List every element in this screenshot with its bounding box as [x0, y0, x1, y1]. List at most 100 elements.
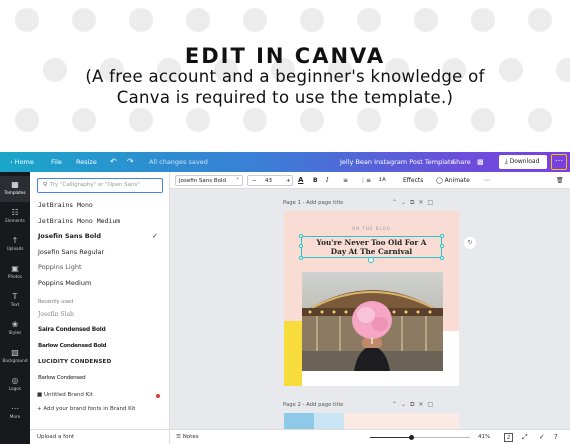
resize-handle[interactable] [440, 244, 444, 248]
align-icon[interactable]: ≡ [343, 172, 348, 189]
recent-font-option[interactable]: Barlow Condensed [38, 375, 164, 381]
undo-icon[interactable]: ↶ [110, 152, 117, 172]
resize-handle[interactable] [440, 234, 444, 238]
page-2[interactable] [284, 413, 459, 429]
upload-font-button[interactable]: Upload a font [30, 429, 170, 444]
rail-item-elements[interactable]: ☷ Elements [0, 204, 30, 230]
background-dot [414, 8, 438, 32]
recent-font-option[interactable]: Josefin Slab [38, 311, 164, 318]
zoom-slider-fill [370, 437, 411, 438]
background-dot [186, 108, 210, 132]
notification-dot [156, 394, 160, 398]
resize-handle[interactable] [440, 256, 444, 260]
font-family-select[interactable]: Josefin Sans Bold ˅ [175, 175, 243, 186]
check-icon[interactable]: ✓ [539, 430, 545, 444]
page-1[interactable]: ON THE BLOG You're Never Too Old For A D… [284, 211, 459, 386]
increase-size-button[interactable]: + [286, 176, 291, 186]
more-options-button[interactable]: ⋯ [551, 154, 567, 170]
rail-item-more[interactable]: ⋯ More [0, 400, 30, 426]
resize-button[interactable]: Resize [72, 152, 101, 172]
hide-page-icon[interactable]: ⌃ [392, 401, 401, 408]
zoom-slider[interactable] [370, 435, 470, 440]
text-toolbar: Josefin Sans Bold ˅ − 43 + A B I ≡ ⋮≡ ↕A… [170, 172, 570, 189]
document-title[interactable]: Jelly Bean Instagram Post Template [340, 152, 455, 172]
font-option-label: Barlow Condensed [38, 375, 86, 381]
rotate-handle[interactable] [368, 257, 374, 263]
rail-item-text[interactable]: T Text [0, 288, 30, 314]
font-search-placeholder: Try "Calligraphy" or "Open Sans" [50, 182, 140, 188]
insights-icon[interactable]: ▩ [477, 152, 484, 172]
add-page-icon[interactable]: □ [427, 401, 437, 408]
font-option-label: Josefin Sans Regular [38, 247, 105, 256]
font-size-value[interactable]: 43 [265, 176, 272, 186]
rail-item-photos[interactable]: ▣ Photos [0, 260, 30, 286]
font-option-label: Saira Condensed Bold [38, 327, 106, 333]
font-option[interactable]: Josefin Sans Bold ✓ [38, 232, 164, 240]
effects-button[interactable]: Effects [403, 172, 423, 189]
elements-icon: ☷ [11, 208, 19, 217]
on-the-blog-label[interactable]: ON THE BLOG [284, 226, 459, 231]
trash-icon[interactable]: 🗑 [556, 172, 564, 189]
background-dot [300, 108, 324, 132]
letter-spacing-icon[interactable]: ↕A [378, 172, 386, 189]
zoom-value[interactable]: 41% [478, 430, 490, 444]
recent-font-option[interactable]: Barlow Condensed Bold [38, 343, 164, 349]
file-menu[interactable]: File [47, 152, 66, 172]
font-option[interactable]: Poppins Light [38, 263, 164, 271]
redo-icon[interactable]: ↷ [127, 152, 134, 172]
carnival-photo[interactable] [302, 272, 443, 371]
background-dot [243, 8, 267, 32]
add-brand-fonts-link[interactable]: + Add your brand fonts in Brand Kit [37, 406, 135, 412]
plus-icon: + [37, 406, 42, 412]
chevron-left-icon: ‹ [10, 158, 13, 166]
save-status: All changes saved [149, 158, 208, 166]
recent-font-option[interactable]: LUCIDITY CONDENSED [38, 359, 164, 365]
headline-textbox[interactable]: You're Never Too Old For A Day At The Ca… [299, 234, 444, 263]
italic-icon[interactable]: I [326, 172, 328, 189]
fullscreen-icon[interactable]: ⤢ [522, 430, 528, 444]
hide-page-icon[interactable]: ⌃ [392, 199, 401, 206]
rail-item-background[interactable]: ▧ Background [0, 344, 30, 370]
font-search-input[interactable]: ⚲ Try "Calligraphy" or "Open Sans" [37, 178, 163, 193]
brand-kit-item[interactable]: ■ Untitled Brand Kit [37, 392, 93, 398]
refresh-icon[interactable]: ↻ [464, 237, 476, 249]
text-color-icon[interactable]: A [298, 172, 303, 189]
rail-item-styles[interactable]: ❀ Styles [0, 316, 30, 342]
page-count[interactable]: 2 [504, 433, 514, 442]
font-option[interactable]: JetBrains Mono Medium [38, 217, 164, 225]
brand-kit-icon: ■ [37, 392, 43, 398]
resize-handle[interactable] [299, 256, 303, 260]
animate-button[interactable]: ◯ Animate [436, 172, 470, 189]
notes-button[interactable]: ☰ Notes [176, 430, 199, 444]
font-size-stepper[interactable]: − 43 + [247, 175, 293, 186]
page-1-label[interactable]: Page 1 - Add page title [283, 200, 343, 206]
rail-item-logos[interactable]: ◎ Logos [0, 372, 30, 398]
font-option[interactable]: Poppins Medium [38, 279, 164, 287]
resize-handle[interactable] [299, 244, 303, 248]
page-2-label[interactable]: Page 2 - Add page title [283, 402, 343, 408]
move-page-icon[interactable]: ⌄ [401, 401, 410, 408]
rail-item-uploads[interactable]: ↑ Uploads [0, 232, 30, 258]
background-dot [72, 108, 96, 132]
move-page-icon[interactable]: ⌄ [401, 199, 410, 206]
font-option-label: Josefin Slab [38, 311, 74, 318]
resize-handle[interactable] [299, 234, 303, 238]
help-icon[interactable]: ? [554, 430, 558, 444]
home-button[interactable]: ‹ Home [6, 152, 38, 172]
font-option-label: Poppins Medium [38, 278, 92, 287]
more-tools-icon[interactable]: ⋯ [484, 172, 490, 189]
add-page-icon[interactable]: □ [427, 199, 437, 206]
zoom-slider-handle[interactable] [408, 435, 414, 440]
recent-font-option[interactable]: Saira Condensed Bold [38, 327, 164, 333]
list-icon[interactable]: ⋮≡ [360, 172, 371, 189]
rail-item-templates[interactable]: ▦ Templates [0, 176, 30, 202]
decrease-size-button[interactable]: − [252, 176, 257, 186]
brand-kit-label: Untitled Brand Kit [43, 392, 93, 398]
share-button[interactable]: Share [448, 152, 475, 172]
bold-icon[interactable]: B [313, 172, 318, 189]
background-dot [129, 8, 153, 32]
font-option[interactable]: Josefin Sans Regular [38, 248, 164, 256]
font-option[interactable]: JetBrains Mono [38, 201, 164, 209]
background-dot [414, 108, 438, 132]
download-button[interactable]: ⤓ Download [499, 155, 547, 169]
